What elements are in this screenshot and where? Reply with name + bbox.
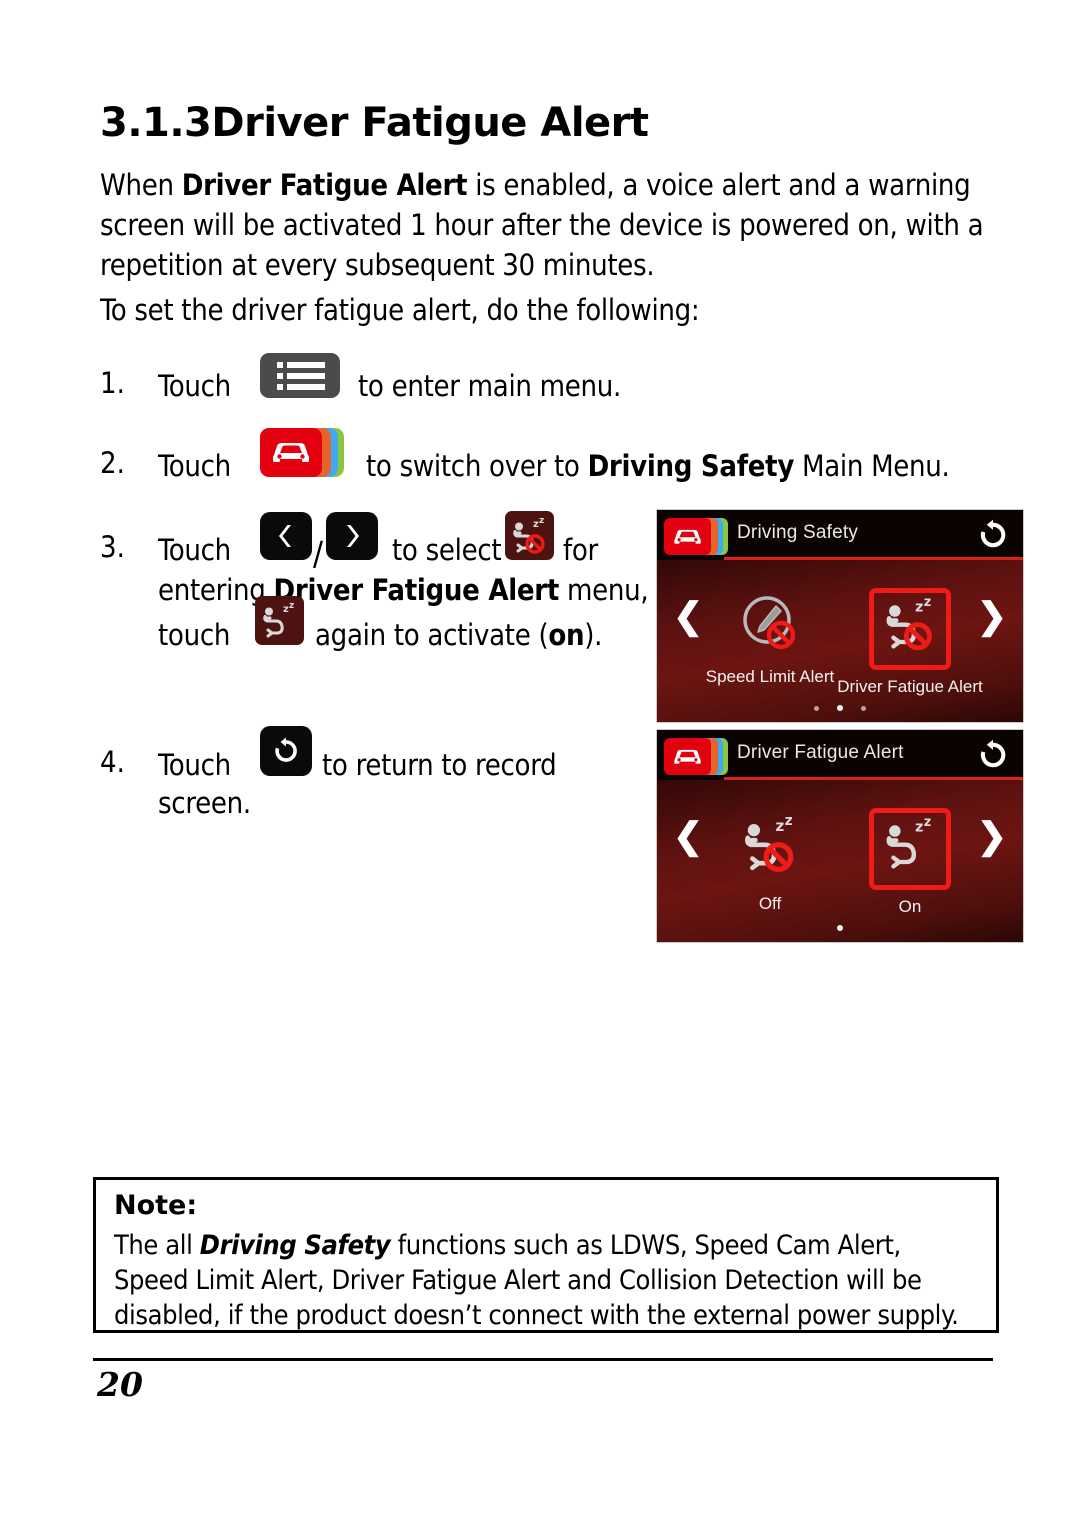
svg-text:z: z	[924, 595, 932, 610]
return-icon[interactable]	[260, 726, 312, 776]
intro-paragraph: When Driver Fatigue Alert is enabled, a …	[100, 165, 990, 285]
driving-safety-icon[interactable]	[260, 428, 348, 477]
driver-fatigue-off-icon: z z	[869, 588, 951, 670]
header-underline	[724, 777, 1023, 780]
driver-fatigue-alert-screen[interactable]: Driver Fatigue Alert ❮ ❯ z z Off z z On	[657, 730, 1023, 942]
device-1-header: Driving Safety	[657, 510, 1023, 560]
step-3-after-target: for	[563, 533, 598, 567]
step-3-on-term: on	[548, 618, 585, 652]
device-2-header: Driver Fatigue Alert	[657, 730, 1023, 780]
return-arrow-glyph	[275, 737, 297, 762]
manual-page: 3.1.3Driver Fatigue Alert When Driver Fa…	[0, 0, 1080, 1526]
step-2-bold-term: Driving Safety	[587, 449, 795, 483]
option-on[interactable]: z z On	[835, 808, 985, 917]
driving-safety-icon[interactable]	[664, 518, 730, 555]
option-off[interactable]: z z Off	[695, 808, 845, 914]
pager-dot[interactable]	[861, 706, 866, 711]
menu-item-label: Speed Limit Alert	[705, 667, 835, 686]
return-arrow-glyph	[980, 519, 1006, 548]
car-glyph	[674, 749, 701, 764]
step-4-number: 4.	[100, 745, 125, 779]
fatigue-off-glyph: z z	[745, 813, 794, 872]
car-glyph	[674, 529, 701, 544]
svg-text:z: z	[915, 820, 923, 836]
intro-before: When	[100, 168, 182, 202]
note-body: The all Driving Safety functions such as…	[114, 1230, 959, 1331]
menu-lines	[277, 362, 325, 395]
pager-dots	[657, 696, 1023, 715]
main-menu-icon[interactable]	[260, 353, 340, 398]
pager-dot-active[interactable]	[837, 705, 843, 711]
step-1-tail: to enter main menu.	[358, 369, 621, 403]
return-arrow-glyph	[980, 739, 1006, 768]
car-glyph	[273, 443, 309, 462]
step-3-verb: Touch	[158, 533, 231, 567]
svg-text:z: z	[775, 817, 784, 835]
arrow-left-icon[interactable]	[260, 512, 312, 560]
step-3-line3-verb: touch	[158, 618, 231, 652]
step-2-tail: to switch over to Driving Safety Main Me…	[366, 449, 950, 483]
driver-fatigue-off-icon[interactable]: z z	[505, 511, 554, 560]
section-title: Driver Fatigue Alert	[211, 100, 649, 146]
intro-bold-term: Driver Fatigue Alert	[181, 168, 468, 202]
lead-in-text: To set the driver fatigue alert, do the …	[100, 293, 700, 327]
menu-line	[277, 373, 325, 379]
menu-item-label: Driver Fatigue Alert	[837, 677, 983, 696]
menu-line	[277, 384, 325, 390]
fatigue-off-glyph: z z	[886, 595, 932, 651]
page-number: 20	[97, 1365, 143, 1404]
svg-text:z: z	[785, 813, 793, 829]
step-1-number: 1.	[100, 366, 125, 400]
option-label: Off	[758, 894, 782, 913]
return-icon[interactable]	[976, 518, 1010, 556]
step-1-verb: Touch	[158, 369, 231, 403]
step-2-number: 2.	[100, 446, 125, 480]
fatigue-on-glyph: z z	[263, 601, 294, 638]
step-4-tail-line2: screen.	[158, 786, 251, 820]
note-title: Note:	[114, 1190, 198, 1221]
speed-limit-off-glyph	[743, 596, 796, 650]
arrow-right-icon[interactable]	[326, 512, 378, 560]
fatigue-off-glyph: z z	[513, 516, 545, 554]
speed-limit-alert-off-icon	[734, 588, 806, 660]
option-label: On	[898, 897, 922, 916]
svg-text:z: z	[289, 601, 294, 611]
device-2-title: Driver Fatigue Alert	[737, 742, 904, 763]
pager-dot[interactable]	[814, 706, 819, 711]
driving-safety-icon[interactable]	[664, 738, 730, 775]
device-1-title: Driving Safety	[737, 522, 859, 543]
page-title: 3.1.3Driver Fatigue Alert	[100, 100, 980, 146]
return-icon[interactable]	[976, 738, 1010, 776]
pager-dots	[657, 916, 1023, 935]
step-3-number: 3.	[100, 530, 125, 564]
fatigue-on-glyph: z z	[886, 815, 932, 869]
header-underline	[724, 557, 1023, 560]
menu-line	[277, 362, 325, 368]
pager-dot-active[interactable]	[837, 925, 843, 931]
step-3-line2: entering Driver Fatigue Alert menu,	[158, 573, 649, 607]
svg-text:z: z	[539, 516, 544, 526]
step-3-bold-term: Driver Fatigue Alert	[273, 573, 560, 607]
section-number: 3.1.3	[100, 100, 212, 146]
svg-text:z: z	[924, 815, 932, 830]
driver-fatigue-on-icon[interactable]: z z	[255, 596, 304, 645]
driver-fatigue-off-icon: z z	[734, 808, 806, 880]
step-3-line3-tail: again to activate (on).	[315, 618, 603, 652]
chevron-right-glyph	[347, 525, 359, 547]
note-box: Note: The all Driving Safety functions s…	[93, 1177, 999, 1333]
step-4-verb: Touch	[158, 748, 231, 782]
driving-safety-screen[interactable]: Driving Safety ❮ ❯ Speed Limit Alert z z…	[657, 510, 1023, 722]
step-2-verb: Touch	[158, 449, 231, 483]
step-3-mid: to select	[392, 533, 502, 567]
note-bold-term: Driving Safety	[199, 1230, 391, 1261]
step-4-tail-line1: to return to record	[322, 748, 557, 782]
svg-text:z: z	[915, 600, 923, 616]
footer-divider	[93, 1358, 993, 1361]
driver-fatigue-on-icon: z z	[869, 808, 951, 890]
step-3-separator: /	[313, 534, 324, 573]
menu-item-speed-limit-alert[interactable]: Speed Limit Alert	[695, 588, 845, 687]
menu-item-driver-fatigue-alert[interactable]: z z Driver Fatigue Alert	[835, 588, 985, 697]
chevron-left-glyph	[279, 525, 291, 547]
